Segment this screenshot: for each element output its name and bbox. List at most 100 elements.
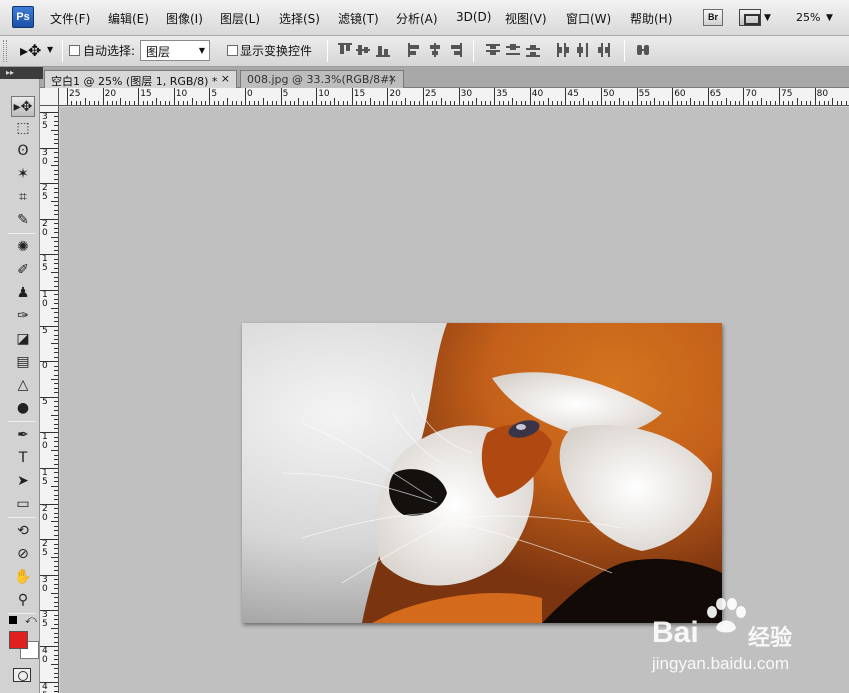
align-right-icon[interactable] [448, 43, 462, 57]
blur-tool-icon[interactable]: △ [11, 375, 35, 396]
menu-layer[interactable]: 图层(L) [220, 10, 260, 27]
watermark-url: jingyan.baidu.com [652, 654, 790, 673]
3d-rotate-tool-icon[interactable]: ⟲ [11, 521, 35, 542]
ruler-tick [178, 101, 180, 105]
eraser-tool-icon[interactable]: ◪ [11, 329, 35, 350]
ruler-tick [191, 98, 193, 105]
screen-mode-dropdown-icon[interactable]: ▼ [764, 13, 771, 23]
auto-select-checkbox[interactable] [69, 45, 80, 56]
ruler-tick [743, 88, 745, 105]
lasso-tool-icon[interactable]: ʘ [11, 141, 35, 162]
align-bottom-icon[interactable] [376, 43, 390, 57]
default-colors-icon[interactable] [9, 616, 17, 624]
distribute-right-icon[interactable] [596, 43, 610, 57]
options-grip[interactable] [3, 40, 7, 62]
pen-tool-icon[interactable]: ✒ [11, 425, 35, 446]
history-brush-tool-icon[interactable]: ✑ [11, 306, 35, 327]
quick-mask-icon[interactable] [13, 668, 31, 682]
divider [62, 40, 63, 62]
dodge-tool-icon[interactable]: ● [11, 398, 35, 419]
ruler-tick [54, 410, 58, 412]
zoom-tool-icon[interactable]: ⚲ [11, 590, 35, 611]
ruler-tick [387, 88, 389, 105]
eyedropper-tool-icon[interactable]: ✎ [11, 210, 35, 231]
auto-select-target-select[interactable]: 图层 ▼ [140, 40, 210, 61]
tab-document-blank1[interactable]: 空白1 @ 25% (图层 1, RGB/8) * × [44, 70, 237, 88]
auto-align-layers-icon[interactable] [636, 43, 650, 57]
red-panda-image[interactable] [242, 323, 722, 623]
menu-window[interactable]: 窗口(W) [566, 10, 611, 27]
brush-tool-icon[interactable]: ✐ [11, 260, 35, 281]
tab-label: 空白1 @ 25% (图层 1, RGB/8) * [51, 75, 218, 88]
distribute-horizontal-center-icon[interactable] [576, 43, 590, 57]
ruler-origin[interactable] [40, 88, 59, 106]
ruler-tick [54, 512, 58, 514]
menu-3d[interactable]: 3D(D) [456, 10, 491, 24]
path-selection-tool-icon[interactable]: ➤ [11, 471, 35, 492]
horizontal-ruler[interactable]: 25 20 15 10 5 0 5 10 15 20 25 30 35 40 45 50 55 60 65 70 75 8… [59, 88, 849, 106]
ruler-tick [54, 463, 58, 465]
ruler-tick [770, 101, 772, 105]
close-icon[interactable]: × [388, 72, 397, 85]
ruler-tick [51, 485, 58, 487]
tool-preset-dropdown-icon[interactable]: ▼ [47, 45, 53, 54]
menu-analysis[interactable]: 分析(A) [396, 10, 438, 27]
align-vertical-center-icon[interactable] [356, 43, 370, 57]
close-icon[interactable]: × [221, 72, 230, 85]
tab-document-008jpg[interactable]: 008.jpg @ 33.3%(RGB/8#) × [240, 70, 404, 88]
zoom-dropdown-icon[interactable]: ▼ [826, 13, 833, 23]
magic-wand-tool-icon[interactable]: ✶ [11, 164, 35, 185]
menu-edit[interactable]: 编辑(E) [108, 10, 149, 27]
tool-divider [8, 421, 36, 422]
menu-file[interactable]: 文件(F) [50, 10, 90, 27]
3d-orbit-tool-icon[interactable]: ⊘ [11, 544, 35, 565]
hand-tool-icon[interactable]: ✋ [11, 567, 35, 588]
menu-image[interactable]: 图像(I) [166, 10, 203, 27]
foreground-color-swatch[interactable] [9, 631, 28, 649]
photoshop-logo[interactable]: Ps [12, 6, 34, 28]
distribute-top-icon[interactable] [486, 43, 500, 57]
shape-tool-icon[interactable]: ▭ [11, 494, 35, 515]
ruler-h-label: 15 [140, 89, 152, 99]
ruler-tick [51, 414, 58, 416]
ruler-tick [51, 557, 58, 558]
marquee-tool-icon[interactable]: ⬚ [11, 118, 35, 139]
move-tool-preset-icon[interactable]: ▸✥ [20, 41, 41, 60]
ruler-tick [520, 101, 522, 105]
bridge-button[interactable]: Br [703, 9, 723, 26]
ruler-tick [54, 490, 58, 492]
clone-stamp-tool-icon[interactable]: ♟ [11, 283, 35, 304]
swap-colors-icon[interactable]: ⤺ [25, 613, 37, 627]
menu-select[interactable]: 选择(S) [279, 10, 320, 27]
crop-tool-icon[interactable]: ⌗ [11, 187, 35, 208]
expand-panels-icon[interactable]: ▸▸ [0, 67, 43, 79]
type-tool-icon[interactable]: T [11, 448, 35, 469]
menu-help[interactable]: 帮助(H) [630, 10, 672, 27]
ruler-tick [285, 101, 287, 105]
gradient-tool-icon[interactable]: ▤ [11, 352, 35, 373]
ruler-tick [605, 101, 607, 105]
ruler-tick [54, 156, 58, 158]
zoom-level[interactable]: 25% [796, 11, 820, 24]
distribute-vertical-center-icon[interactable] [506, 43, 520, 57]
distribute-left-icon[interactable] [556, 43, 570, 57]
move-tool-icon[interactable]: ▸✥ [11, 96, 35, 117]
vertical-ruler[interactable]: 3 5 3 0 2 5 2 0 1 5 1 0 5 0 5 1 0 1 5 2 0 2 5 3 0 3 5 4… [40, 106, 59, 693]
ruler-tick [209, 88, 211, 105]
screen-mode-icon[interactable] [739, 9, 761, 26]
show-transform-checkbox[interactable] [227, 45, 238, 56]
ruler-h-label: 70 [745, 89, 757, 99]
ruler-tick [471, 101, 473, 105]
distribute-bottom-icon[interactable] [526, 43, 540, 57]
ruler-tick [796, 98, 798, 105]
ruler-v-label: 0 [42, 361, 48, 372]
align-horizontal-center-icon[interactable] [428, 43, 442, 57]
ruler-tick [231, 101, 233, 105]
menu-view[interactable]: 视图(V) [505, 10, 547, 27]
ruler-tick [801, 101, 803, 105]
spot-healing-tool-icon[interactable]: ✺ [11, 237, 35, 258]
align-left-icon[interactable] [408, 43, 422, 57]
menu-filter[interactable]: 滤镜(T) [338, 10, 379, 27]
ruler-tick [54, 205, 58, 207]
align-top-icon[interactable] [338, 43, 352, 57]
